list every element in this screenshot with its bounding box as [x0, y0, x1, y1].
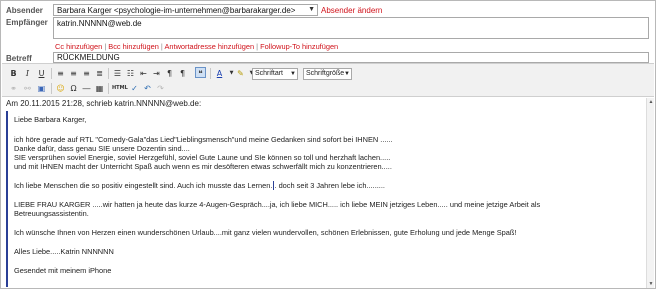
body-line: Danke dafür, dass genau SIE unsere Dozen…	[14, 144, 190, 153]
outdent-icon[interactable]: ⇤	[138, 68, 149, 79]
align-center-icon[interactable]: ≡	[68, 68, 79, 79]
quote-header: Am 20.11.2015 21:28, schrieb katrin.NNNN…	[6, 99, 202, 108]
special-char-icon[interactable]: Ω	[68, 83, 79, 94]
bullet-list-icon[interactable]: ☰	[112, 68, 123, 79]
body-line: Liebe Barbara Karger,	[14, 115, 87, 124]
text-color-icon[interactable]: A	[214, 68, 225, 79]
rtl-icon[interactable]: ¶	[177, 68, 188, 79]
from-select[interactable]: Barbara Karger <psychologie-im-unternehm…	[53, 4, 318, 16]
unlink-icon: ⚯	[24, 84, 31, 93]
horizontal-rule-icon[interactable]: ―	[81, 83, 92, 94]
highlight-color-icon[interactable]: ✎	[235, 68, 246, 79]
from-value: Barbara Karger <psychologie-im-unternehm…	[57, 6, 296, 15]
chevron-down-icon: ▼	[308, 6, 315, 13]
align-justify-icon[interactable]: ≣	[94, 68, 105, 79]
body-line: ich höre gerade auf RTL "Comedy-Gala"das…	[14, 135, 393, 144]
to-label: Empfänger	[6, 18, 48, 27]
font-size-label: Schriftgröße	[306, 70, 345, 77]
body-line: LIEBE FRAU KARGER .....wir hatten ja heu…	[14, 200, 541, 209]
subject-label: Betreff	[6, 54, 32, 63]
add-header-links: Cc hinzufügen | Bcc hinzufügen | Antwort…	[55, 42, 338, 51]
toolbar-separator	[108, 83, 109, 94]
ltr-icon[interactable]: ¶	[164, 68, 175, 79]
message-body-editor[interactable]: Liebe Barbara Karger, ich höre gerade au…	[6, 111, 646, 287]
change-sender-link[interactable]: Absender ändern	[321, 6, 382, 15]
body-line: Betreuungsassistentin.	[14, 209, 89, 218]
link-icon: ⚭	[10, 84, 17, 93]
scroll-up-icon[interactable]: ▲	[647, 98, 655, 106]
undo-icon[interactable]: ↶	[142, 83, 153, 94]
body-line: Gesendet mit meinem iPhone	[14, 266, 112, 275]
image-icon[interactable]: ▣	[36, 83, 47, 94]
chevron-down-icon: ▼	[290, 71, 296, 77]
editor-toolbar: B I U ≡ ≡ ≡ ≣ ☰ ☷ ⇤ ⇥ ¶ ¶ ❝ A ▼ ✎ ▼ Schr…	[2, 63, 654, 97]
align-right-icon[interactable]: ≡	[81, 68, 92, 79]
compose-window: Absender Barbara Karger <psychologie-im-…	[0, 0, 656, 289]
toolbar-separator	[108, 68, 109, 79]
subject-value: RÜCKMELDUNG	[57, 53, 120, 62]
body-line: und mit IHNEN macht der Unterricht Spaß …	[14, 162, 392, 171]
add-bcc-link[interactable]: Bcc hinzufügen	[108, 42, 159, 51]
body-line: SIE versprühen soviel Energie, soviel He…	[14, 153, 391, 162]
scroll-down-icon[interactable]: ▼	[647, 280, 655, 288]
toolbar-separator	[51, 83, 52, 94]
chevron-down-icon: ▼	[344, 71, 350, 77]
recipient-value: katrin.NNNNN@web.de	[57, 19, 142, 28]
editor-scrollbar[interactable]: ▲ ▼	[646, 98, 654, 288]
indent-icon[interactable]: ⇥	[151, 68, 162, 79]
subject-field[interactable]: RÜCKMELDUNG	[53, 52, 649, 63]
blockquote-icon[interactable]: ❝	[195, 67, 206, 78]
add-cc-link[interactable]: Cc hinzufügen	[55, 42, 102, 51]
font-family-select[interactable]: Schriftart ▼	[252, 68, 298, 80]
align-left-icon[interactable]: ≡	[55, 68, 66, 79]
add-replyto-link[interactable]: Antwortadresse hinzufügen	[164, 42, 254, 51]
from-label: Absender	[6, 6, 43, 15]
font-size-select[interactable]: Schriftgröße ▼	[303, 68, 352, 80]
redo-icon: ↷	[157, 84, 164, 93]
text-caret	[273, 181, 274, 190]
spellcheck-icon[interactable]: ✓	[129, 83, 140, 94]
italic-icon[interactable]: I	[22, 68, 33, 79]
add-followup-link[interactable]: Followup-To hinzufügen	[260, 42, 338, 51]
table-icon[interactable]: ▦	[94, 83, 105, 94]
recipient-field[interactable]: katrin.NNNNN@web.de	[53, 17, 649, 39]
body-line: Ich wünsche Ihnen von Herzen einen wunde…	[14, 228, 517, 237]
underline-icon[interactable]: U	[36, 68, 47, 79]
emoticon-icon[interactable]: ☺	[55, 83, 66, 94]
font-family-label: Schriftart	[255, 70, 284, 77]
html-source-icon[interactable]: HTML	[112, 83, 128, 94]
body-line: Ich liebe Menschen die so positiv einges…	[14, 181, 385, 190]
numbered-list-icon[interactable]: ☷	[125, 68, 136, 79]
toolbar-separator	[51, 68, 52, 79]
bold-icon[interactable]: B	[8, 68, 19, 79]
toolbar-separator	[210, 68, 211, 79]
body-line: Alles Liebe.....Katrin NNNNNN	[14, 247, 114, 256]
